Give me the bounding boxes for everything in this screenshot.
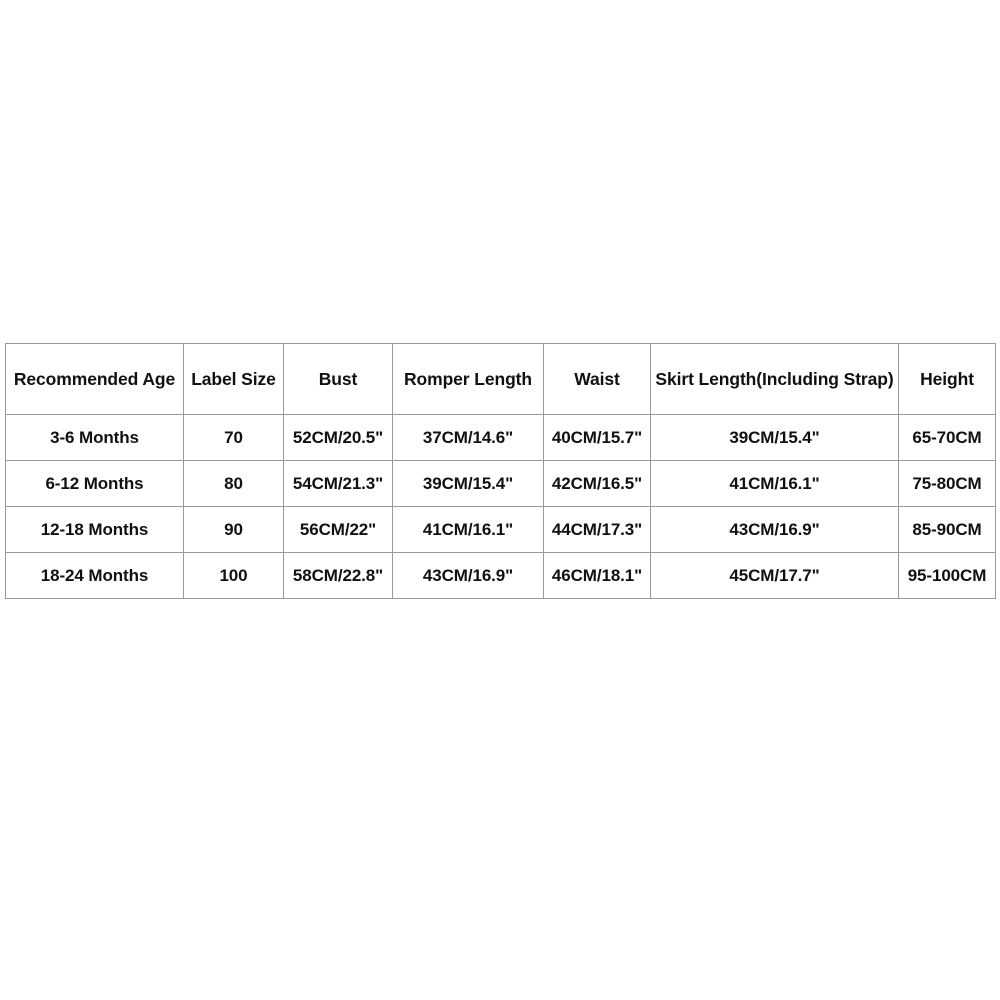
cell-height: 85-90CM <box>898 506 996 553</box>
cell-label-size: 90 <box>183 506 284 553</box>
cell-label-size: 80 <box>183 460 284 507</box>
table-row: 3-6 Months 70 52CM/20.5" 37CM/14.6" 40CM… <box>5 414 996 461</box>
column-header-waist: Waist <box>543 343 651 415</box>
column-header-recommended-age: Recommended Age <box>5 343 184 415</box>
cell-bust: 54CM/21.3" <box>283 460 393 507</box>
cell-height: 65-70CM <box>898 414 996 461</box>
cell-waist: 46CM/18.1" <box>543 552 651 599</box>
cell-bust: 58CM/22.8" <box>283 552 393 599</box>
table-row: 18-24 Months 100 58CM/22.8" 43CM/16.9" 4… <box>5 552 996 599</box>
column-header-romper-length: Romper Length <box>392 343 544 415</box>
size-chart-table: Recommended Age Label Size Bust Romper L… <box>5 343 996 599</box>
cell-waist: 42CM/16.5" <box>543 460 651 507</box>
cell-height: 75-80CM <box>898 460 996 507</box>
cell-waist: 40CM/15.7" <box>543 414 651 461</box>
cell-bust: 52CM/20.5" <box>283 414 393 461</box>
cell-romper-length: 37CM/14.6" <box>392 414 544 461</box>
table-row: 6-12 Months 80 54CM/21.3" 39CM/15.4" 42C… <box>5 460 996 507</box>
cell-bust: 56CM/22" <box>283 506 393 553</box>
cell-recommended-age: 6-12 Months <box>5 460 184 507</box>
cell-recommended-age: 12-18 Months <box>5 506 184 553</box>
cell-romper-length: 41CM/16.1" <box>392 506 544 553</box>
cell-skirt-length: 45CM/17.7" <box>650 552 899 599</box>
cell-recommended-age: 3-6 Months <box>5 414 184 461</box>
cell-romper-length: 43CM/16.9" <box>392 552 544 599</box>
cell-recommended-age: 18-24 Months <box>5 552 184 599</box>
cell-label-size: 70 <box>183 414 284 461</box>
column-header-bust: Bust <box>283 343 393 415</box>
table-row: 12-18 Months 90 56CM/22" 41CM/16.1" 44CM… <box>5 506 996 553</box>
cell-skirt-length: 39CM/15.4" <box>650 414 899 461</box>
table-header-row: Recommended Age Label Size Bust Romper L… <box>5 343 996 415</box>
table-body: 3-6 Months 70 52CM/20.5" 37CM/14.6" 40CM… <box>5 414 996 599</box>
table-header: Recommended Age Label Size Bust Romper L… <box>5 343 996 415</box>
cell-romper-length: 39CM/15.4" <box>392 460 544 507</box>
cell-height: 95-100CM <box>898 552 996 599</box>
column-header-skirt-length: Skirt Length(Including Strap) <box>650 343 899 415</box>
column-header-height: Height <box>898 343 996 415</box>
size-chart-container: Recommended Age Label Size Bust Romper L… <box>5 343 996 599</box>
cell-waist: 44CM/17.3" <box>543 506 651 553</box>
cell-skirt-length: 43CM/16.9" <box>650 506 899 553</box>
column-header-label-size: Label Size <box>183 343 284 415</box>
cell-skirt-length: 41CM/16.1" <box>650 460 899 507</box>
cell-label-size: 100 <box>183 552 284 599</box>
